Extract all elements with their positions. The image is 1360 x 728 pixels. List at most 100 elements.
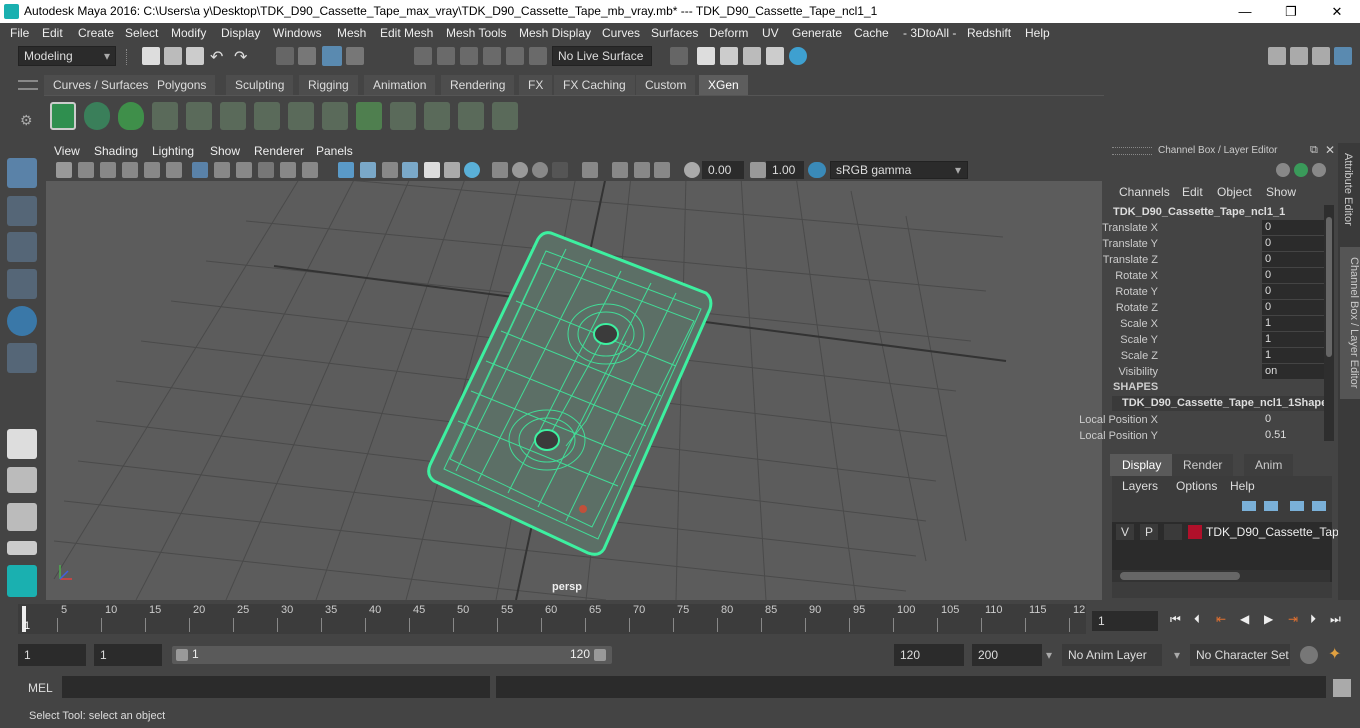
play-forward-icon[interactable]: ▶ (1264, 612, 1273, 626)
attr-value[interactable]: 0 (1262, 236, 1324, 251)
menu-file[interactable]: File (10, 23, 29, 43)
time-ruler[interactable]: 5 10 15 20 25 30 35 40 45 50 55 60 65 70 75 80 85 90 95 100… (18, 604, 1086, 634)
attr-row[interactable]: Visibility on (1104, 364, 1324, 380)
menu-uv[interactable]: UV (762, 23, 779, 43)
live-surface-field[interactable]: No Live Surface (552, 46, 652, 66)
channel-box-toggle-icon[interactable] (1334, 47, 1352, 65)
xgen-preview-icon[interactable] (84, 102, 110, 130)
character-controls-icon[interactable] (1312, 47, 1330, 65)
chevron-down-icon[interactable]: ▾ (1046, 648, 1052, 662)
mel-label[interactable]: MEL (28, 681, 53, 695)
attr-value[interactable]: 1 (1262, 348, 1324, 363)
snap-curve-icon[interactable] (437, 47, 455, 65)
mode-dropdown[interactable]: Modeling ▾ (18, 46, 116, 66)
attr-value[interactable]: 0 (1262, 300, 1324, 315)
menu-select[interactable]: Select (125, 23, 158, 43)
layer-hscrollbar[interactable] (1112, 570, 1330, 582)
tab-fx-caching[interactable]: FX Caching (554, 75, 635, 95)
history-icon[interactable] (670, 47, 688, 65)
lights-icon[interactable] (444, 162, 460, 178)
layout-toggle-icon[interactable] (7, 541, 37, 555)
tab-attribute-editor[interactable]: Attribute Editor (1342, 153, 1354, 226)
step-forward-frame-icon[interactable]: ⇥ (1288, 612, 1298, 626)
shape-attr-row[interactable]: Local Position Y 0.51 (1079, 428, 1322, 444)
xray-active-icon[interactable] (634, 162, 650, 178)
bookmark-icon[interactable] (100, 162, 116, 178)
step-back-frame-icon[interactable]: ⇤ (1216, 612, 1226, 626)
screen-space-ao-icon[interactable] (492, 162, 508, 178)
undo-icon[interactable]: ↶ (210, 47, 223, 67)
step-back-key-icon[interactable]: ⏴ (1194, 612, 1200, 627)
select-hierarchy-icon[interactable] (276, 47, 294, 65)
menu-edit[interactable]: Edit (42, 23, 63, 43)
chevron-down-icon[interactable]: ▾ (1174, 648, 1180, 662)
select-component-icon[interactable] (322, 46, 342, 66)
vp-menu-show[interactable]: Show (210, 144, 240, 158)
vp-menu-lighting[interactable]: Lighting (152, 144, 194, 158)
grid-toggle-icon[interactable] (192, 162, 208, 178)
play-backward-icon[interactable]: ◀ (1240, 612, 1249, 626)
scrollbar-thumb[interactable] (1326, 217, 1332, 357)
xgen-delete-icon[interactable] (492, 102, 518, 130)
ipr-render-icon[interactable] (743, 47, 761, 65)
attr-row[interactable]: Rotate X 0 (1104, 268, 1324, 284)
xgen-lock-icon[interactable] (254, 102, 280, 130)
attr-row[interactable]: Translate X 0 (1102, 220, 1324, 236)
xgen-clump-icon[interactable] (424, 102, 450, 130)
menu-create[interactable]: Create (78, 23, 114, 43)
attr-value[interactable]: 0 (1262, 268, 1324, 283)
tab-anim[interactable]: Anim (1244, 454, 1294, 476)
snap-surface-icon[interactable] (506, 47, 524, 65)
go-to-end-icon[interactable]: ⏭ (1330, 612, 1341, 627)
xgen-guide-icon[interactable] (220, 102, 246, 130)
cb-menu-show[interactable]: Show (1266, 185, 1296, 199)
color-management-icon[interactable] (808, 162, 826, 178)
menu-display[interactable]: Display (221, 23, 260, 43)
modeling-toolkit-icon[interactable] (1290, 47, 1308, 65)
shadows-icon[interactable] (464, 162, 480, 178)
range-start-handle[interactable] (176, 649, 188, 661)
tab-display[interactable]: Display (1110, 454, 1174, 476)
layer-color-swatch[interactable] (1188, 525, 1202, 539)
menu-modify[interactable]: Modify (171, 23, 206, 43)
frame-all-icon[interactable] (654, 162, 670, 178)
menu-mesh-tools[interactable]: Mesh Tools (446, 23, 506, 43)
attr-value[interactable]: 0 (1262, 412, 1324, 427)
exposure-field[interactable]: 0.00 (702, 161, 744, 179)
layer-visibility-toggle[interactable]: V (1116, 524, 1134, 540)
smooth-shade-icon[interactable] (360, 162, 376, 178)
color-space-dropdown[interactable]: sRGB gamma ▾ (830, 161, 968, 179)
animation-prefs-icon[interactable]: ✦ (1328, 644, 1341, 664)
layer-type-toggle[interactable] (1164, 524, 1182, 540)
vp-menu-view[interactable]: View (54, 144, 80, 158)
exposure-icon[interactable] (684, 162, 700, 178)
xgen-place-icon[interactable] (186, 102, 212, 130)
attr-row[interactable]: Translate Z 0 (1103, 252, 1324, 268)
tab-sculpting[interactable]: Sculpting (226, 75, 294, 95)
command-input[interactable] (62, 676, 490, 698)
paint-select-tool-icon[interactable] (7, 232, 37, 262)
render-view-icon[interactable] (697, 47, 715, 65)
move-layer-down-icon[interactable] (1264, 501, 1278, 511)
single-perspective-layout-icon[interactable] (7, 429, 37, 459)
scrollbar-thumb[interactable] (1120, 572, 1240, 580)
attr-row[interactable]: Scale Y 1 (1104, 332, 1324, 348)
open-scene-icon[interactable] (164, 47, 182, 65)
object-name[interactable]: TDK_D90_Cassette_Tape_ncl1_1 (1113, 206, 1285, 218)
attr-value[interactable]: on (1262, 364, 1324, 379)
tab-curves-surfaces[interactable]: Curves / Surfaces (44, 75, 158, 95)
safe-action-icon[interactable] (302, 162, 318, 178)
textured-icon[interactable] (402, 162, 418, 178)
vp-menu-shading[interactable]: Shading (94, 144, 138, 158)
xgen-leaf-icon[interactable] (118, 102, 144, 130)
layer-menu-layers[interactable]: Layers (1122, 479, 1158, 493)
select-tool-icon[interactable] (7, 158, 37, 188)
xgen-editor-icon[interactable] (50, 102, 76, 130)
tab-xgen[interactable]: XGen (699, 75, 748, 95)
close-button[interactable]: ✕ (1314, 0, 1360, 23)
shelf-menu-icon[interactable] (18, 80, 38, 90)
field-chart-icon[interactable] (280, 162, 296, 178)
select-by-icon[interactable] (346, 47, 364, 65)
tab-fx[interactable]: FX (519, 75, 553, 95)
tab-polygons[interactable]: Polygons (148, 75, 216, 95)
